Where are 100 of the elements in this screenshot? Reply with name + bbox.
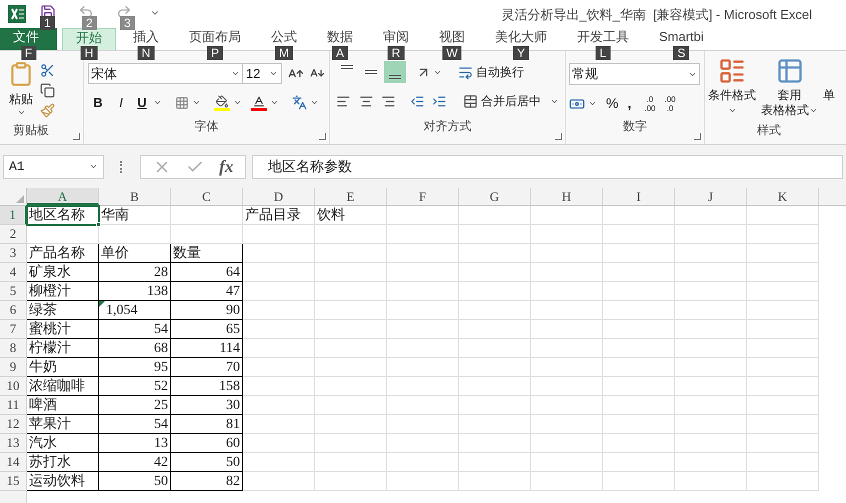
grid-cell[interactable] bbox=[315, 225, 387, 244]
column-header[interactable]: E bbox=[315, 188, 387, 205]
grid-cell[interactable] bbox=[675, 282, 747, 301]
grid-cell[interactable] bbox=[243, 339, 315, 358]
caret-icon[interactable] bbox=[809, 106, 818, 115]
decrease-decimal-button[interactable]: .00 .0 bbox=[664, 94, 676, 112]
grid-cell[interactable] bbox=[747, 225, 819, 244]
column-header[interactable]: K bbox=[747, 188, 819, 205]
grid-cell[interactable] bbox=[531, 377, 603, 396]
row-header[interactable]: 13 bbox=[0, 434, 27, 453]
grid-cell[interactable] bbox=[387, 453, 459, 472]
grid-cell[interactable] bbox=[603, 472, 675, 491]
font-color-icon[interactable] bbox=[251, 94, 267, 111]
grid-cell[interactable] bbox=[675, 320, 747, 339]
grid-cell[interactable]: 啤酒 bbox=[27, 396, 99, 415]
grid-cell[interactable]: 64 bbox=[171, 263, 243, 282]
row-header[interactable]: 7 bbox=[0, 320, 27, 339]
grid-cell[interactable] bbox=[603, 282, 675, 301]
grid-cell[interactable]: 42 bbox=[99, 453, 171, 472]
percent-button[interactable]: % bbox=[606, 93, 618, 114]
grid-cell[interactable] bbox=[531, 472, 603, 491]
caret-icon[interactable] bbox=[16, 108, 26, 117]
grid-cell[interactable] bbox=[675, 453, 747, 472]
grid-cell[interactable]: 54 bbox=[99, 415, 171, 434]
grid-cell[interactable] bbox=[243, 320, 315, 339]
grid-cell[interactable] bbox=[747, 472, 819, 491]
grid-cell[interactable] bbox=[531, 282, 603, 301]
splitter-icon[interactable] bbox=[120, 160, 124, 172]
comma-button[interactable]: , bbox=[627, 93, 632, 114]
grid-cell[interactable] bbox=[603, 358, 675, 377]
ribbon-tab[interactable]: 开始 bbox=[62, 28, 116, 50]
grid-cell[interactable] bbox=[603, 225, 675, 244]
column-header[interactable]: A bbox=[27, 188, 99, 205]
grid-cell[interactable]: 54 bbox=[99, 320, 171, 339]
name-box[interactable]: A1 bbox=[3, 154, 104, 178]
font-name-field[interactable]: 宋体 bbox=[88, 63, 243, 84]
grid-cell[interactable]: 50 bbox=[99, 472, 171, 491]
grid-cell[interactable] bbox=[387, 320, 459, 339]
grid-cell[interactable] bbox=[459, 358, 531, 377]
caret-icon[interactable] bbox=[728, 106, 736, 115]
grid-cell[interactable] bbox=[675, 225, 747, 244]
grid-cell[interactable] bbox=[243, 263, 315, 282]
grid-cell[interactable] bbox=[243, 244, 315, 263]
caret-icon[interactable] bbox=[588, 99, 597, 108]
grid-cell[interactable] bbox=[459, 396, 531, 415]
grid-cell[interactable] bbox=[387, 225, 459, 244]
grid-cell[interactable] bbox=[747, 415, 819, 434]
grid-cell[interactable]: 50 bbox=[171, 453, 243, 472]
grid-cell[interactable] bbox=[387, 415, 459, 434]
grid-cell[interactable] bbox=[315, 415, 387, 434]
grid-cell[interactable] bbox=[315, 377, 387, 396]
grid-cell[interactable]: 70 bbox=[171, 358, 243, 377]
column-header[interactable]: B bbox=[99, 188, 171, 205]
grid-cell[interactable] bbox=[315, 358, 387, 377]
grid-cell[interactable] bbox=[387, 206, 459, 225]
grid-cell[interactable] bbox=[531, 225, 603, 244]
grid-cell[interactable] bbox=[243, 282, 315, 301]
grid-cell[interactable]: 产品名称 bbox=[27, 244, 99, 263]
row-header[interactable]: 5 bbox=[0, 282, 27, 301]
grid-cell[interactable] bbox=[531, 320, 603, 339]
grid-cell[interactable] bbox=[747, 396, 819, 415]
grid-cell[interactable] bbox=[243, 358, 315, 377]
cut-icon[interactable] bbox=[40, 63, 55, 78]
grid-cell[interactable] bbox=[747, 320, 819, 339]
font-size-field[interactable]: 12 bbox=[242, 63, 282, 84]
grid-cell[interactable] bbox=[459, 320, 531, 339]
grid-cell[interactable] bbox=[747, 282, 819, 301]
row-header[interactable]: 10 bbox=[0, 377, 27, 396]
grid-cell[interactable] bbox=[459, 301, 531, 320]
caret-icon[interactable] bbox=[269, 69, 278, 78]
fill-handle[interactable] bbox=[96, 222, 101, 227]
paste-button[interactable]: 粘贴 bbox=[8, 61, 34, 118]
decrease-indent-icon[interactable] bbox=[410, 94, 424, 108]
file-tab[interactable]: 文件 bbox=[0, 28, 57, 50]
grid-cell[interactable] bbox=[315, 244, 387, 263]
grid-cell[interactable]: 25 bbox=[99, 396, 171, 415]
grid-cell[interactable] bbox=[315, 396, 387, 415]
grid-cell[interactable] bbox=[459, 472, 531, 491]
grid-cell[interactable] bbox=[675, 415, 747, 434]
fill-color-icon[interactable] bbox=[214, 94, 230, 111]
grid-cell[interactable] bbox=[315, 282, 387, 301]
grid-cell[interactable] bbox=[675, 396, 747, 415]
redo-icon[interactable] bbox=[116, 4, 132, 20]
grid-cell[interactable]: 65 bbox=[171, 320, 243, 339]
grid-cell[interactable] bbox=[315, 320, 387, 339]
grid-cell[interactable] bbox=[675, 434, 747, 453]
grid-cell[interactable]: 绿茶 bbox=[27, 301, 99, 320]
align-center-icon[interactable] bbox=[358, 94, 374, 108]
format-as-table-button[interactable]: 套用 表格格式 bbox=[761, 57, 818, 118]
grid-cell[interactable] bbox=[171, 225, 243, 244]
grid-cell[interactable]: 柠檬汁 bbox=[27, 339, 99, 358]
caret-icon[interactable] bbox=[230, 69, 240, 78]
grid-cell[interactable] bbox=[459, 206, 531, 225]
grid-cell[interactable] bbox=[243, 453, 315, 472]
cell-styles-label[interactable]: 单 bbox=[823, 88, 835, 118]
grid-cell[interactable] bbox=[459, 282, 531, 301]
grid-cell[interactable]: 81 bbox=[171, 415, 243, 434]
grid-cell[interactable] bbox=[675, 358, 747, 377]
grid-cell[interactable] bbox=[675, 339, 747, 358]
grid-cell[interactable] bbox=[315, 339, 387, 358]
